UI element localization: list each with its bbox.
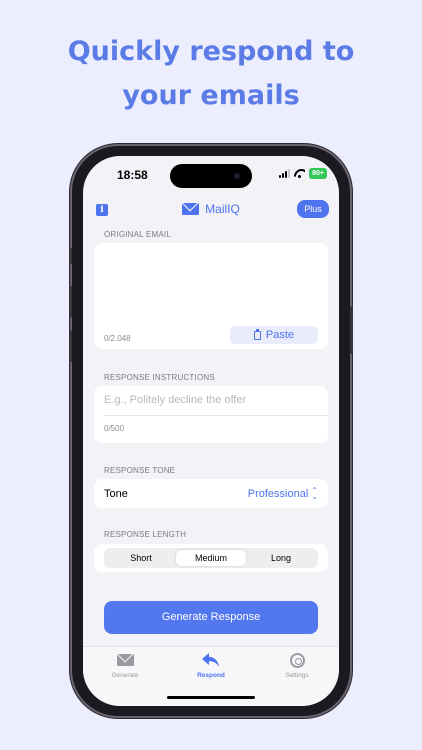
divider	[104, 415, 328, 416]
instructions-input[interactable]	[104, 386, 318, 414]
tab-respond[interactable]: Respond	[181, 651, 241, 679]
tab-generate[interactable]: Generate	[95, 651, 155, 679]
original-email-field[interactable]: 0/2.048 Paste	[94, 243, 328, 349]
volume-down-button	[69, 330, 72, 362]
navigation-bar: i MailIQ Plus	[83, 200, 339, 228]
length-card: Short Medium Long	[94, 544, 328, 572]
instructions-card: 0/500	[94, 386, 328, 443]
status-time: 18:58	[117, 168, 148, 182]
wifi-icon	[294, 169, 305, 178]
segment-short[interactable]: Short	[106, 550, 176, 566]
paste-label: Paste	[265, 329, 295, 341]
chevron-up-down-icon: ⌃ ⌄	[311, 485, 318, 501]
tab-bar: Generate Respond Settings	[83, 646, 339, 706]
envelope-icon	[182, 203, 200, 215]
headline-line-1: Quickly respond to	[67, 36, 355, 67]
tone-picker[interactable]: Professional ⌃ ⌄	[247, 485, 318, 501]
signal-icon	[279, 169, 291, 178]
gear-icon	[289, 652, 305, 668]
tab-generate-label: Generate	[111, 672, 139, 679]
headline-line-2: your emails	[122, 80, 300, 111]
envelope-icon	[116, 654, 134, 666]
volume-up-button	[69, 286, 72, 318]
tab-respond-label: Respond	[197, 672, 225, 679]
marketing-headline: Quickly respond to your emails	[0, 30, 422, 118]
segment-medium[interactable]: Medium	[176, 550, 246, 566]
segment-long[interactable]: Long	[246, 550, 316, 566]
tone-label: Tone	[104, 487, 128, 500]
app-screen: 18:58 80+ i MailIQ Plus ORIGINAL EMAIL 0…	[83, 156, 339, 706]
tab-settings-label: Settings	[285, 672, 309, 679]
tone-row[interactable]: Tone Professional ⌃ ⌄	[94, 479, 328, 508]
length-segmented-control: Short Medium Long	[104, 548, 318, 568]
instructions-section-label: RESPONSE INSTRUCTIONS	[104, 373, 215, 382]
email-char-count: 0/2.048	[104, 334, 131, 343]
reply-arrow-icon	[202, 652, 219, 667]
instructions-char-count: 0/500	[104, 424, 125, 433]
app-title-text: MailIQ	[205, 202, 240, 216]
paste-button[interactable]: Paste	[230, 326, 318, 344]
home-indicator	[167, 696, 255, 699]
tab-settings[interactable]: Settings	[267, 651, 327, 679]
battery-indicator: 80+	[309, 168, 327, 179]
generate-response-button[interactable]: Generate Response	[104, 601, 318, 634]
status-indicators: 80+	[279, 168, 327, 179]
camera-icon	[234, 173, 240, 179]
power-button	[350, 306, 353, 354]
dynamic-island	[170, 164, 252, 188]
tone-section-label: RESPONSE TONE	[104, 466, 176, 475]
plus-button[interactable]: Plus	[297, 200, 329, 218]
clipboard-icon	[253, 328, 261, 340]
tone-value: Professional	[247, 487, 309, 500]
action-button	[69, 248, 72, 264]
phone-frame: 18:58 80+ i MailIQ Plus ORIGINAL EMAIL 0…	[69, 146, 353, 716]
length-section-label: RESPONSE LENGTH	[104, 530, 187, 539]
original-email-section-label: ORIGINAL EMAIL	[104, 230, 171, 239]
